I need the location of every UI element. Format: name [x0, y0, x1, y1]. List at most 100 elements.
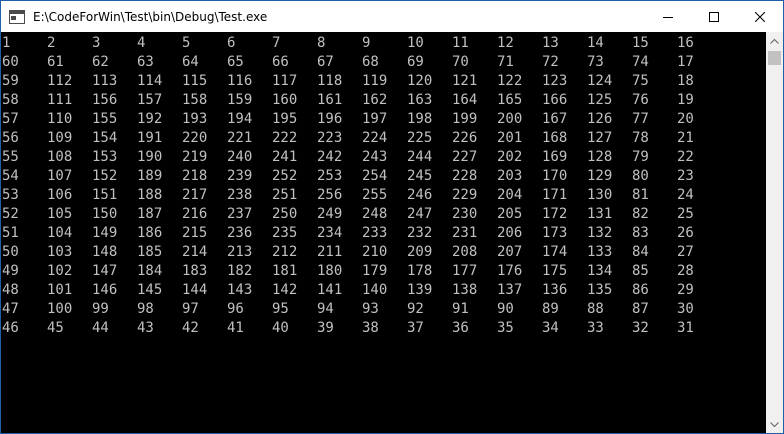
console-cell: 179 [362, 263, 388, 279]
console-cell: 57 [2, 111, 19, 127]
console-cell: 240 [227, 149, 253, 165]
console-cell: 64 [182, 54, 199, 70]
console-cell: 176 [497, 263, 523, 279]
console-cell: 76 [632, 92, 649, 108]
console-cell: 188 [137, 187, 163, 203]
console-cell: 187 [137, 206, 163, 222]
console-cell: 90 [497, 301, 514, 317]
console-cell: 108 [47, 149, 73, 165]
console-cell: 69 [407, 54, 424, 70]
console-cell: 128 [587, 149, 613, 165]
console-cell: 244 [407, 149, 433, 165]
console-cell: 1 [2, 35, 11, 51]
console-cell: 177 [452, 263, 478, 279]
console-cell: 254 [362, 168, 388, 184]
console-cell: 203 [497, 168, 523, 184]
console-cell: 22 [677, 149, 694, 165]
console-cell: 7 [272, 35, 281, 51]
minimize-button[interactable] [645, 1, 691, 32]
console-cell: 171 [542, 187, 568, 203]
console-cell: 98 [137, 301, 154, 317]
console-cell: 163 [407, 92, 433, 108]
console-cell: 61 [47, 54, 64, 70]
console-cell: 222 [272, 130, 298, 146]
console-cell: 239 [227, 168, 253, 184]
console-cell: 200 [497, 111, 523, 127]
console-cell: 119 [362, 73, 388, 89]
console-cell: 11 [452, 35, 469, 51]
window-title: E:\CodeForWin\Test\bin\Debug\Test.exe [33, 9, 268, 24]
console-cell: 72 [542, 54, 559, 70]
console-cell: 92 [407, 301, 424, 317]
console-cell: 199 [452, 111, 478, 127]
title-bar[interactable]: E:\CodeForWin\Test\bin\Debug\Test.exe [1, 1, 783, 32]
scroll-down-arrow-icon [770, 421, 779, 427]
console-cell: 73 [587, 54, 604, 70]
console-cell: 185 [137, 244, 163, 260]
console-output[interactable]: 1 2 3 4 5 6 7 8 9 10 11 12 13 14 15 16 60 61 62 63 64 65 66 67 6… [1, 32, 766, 433]
console-cell: 53 [2, 187, 19, 203]
console-cell: 35 [497, 320, 514, 336]
console-cell: 249 [317, 206, 343, 222]
console-cell: 250 [272, 206, 298, 222]
close-button[interactable] [737, 1, 783, 32]
console-cell: 10 [407, 35, 424, 51]
console-cell: 50 [2, 244, 19, 260]
console-cell: 178 [407, 263, 433, 279]
console-cell: 20 [677, 111, 694, 127]
console-cell: 245 [407, 168, 433, 184]
console-cell: 228 [452, 168, 478, 184]
scrollbar-thumb[interactable] [768, 51, 781, 65]
console-cell: 144 [182, 282, 208, 298]
scroll-up-button[interactable] [766, 32, 783, 49]
console-cell: 196 [317, 111, 343, 127]
console-cell: 204 [497, 187, 523, 203]
console-cell: 229 [452, 187, 478, 203]
console-cell: 3 [92, 35, 101, 51]
console-cell: 253 [317, 168, 343, 184]
scroll-down-button[interactable] [766, 416, 783, 433]
console-cell: 71 [497, 54, 514, 70]
console-cell: 231 [452, 225, 478, 241]
console-cell: 41 [227, 320, 244, 336]
console-cell: 166 [542, 92, 568, 108]
console-cell: 74 [632, 54, 649, 70]
console-cell: 105 [47, 206, 73, 222]
console-cell: 45 [47, 320, 64, 336]
console-cell: 238 [227, 187, 253, 203]
console-cell: 25 [677, 206, 694, 222]
console-cell: 122 [497, 73, 523, 89]
console-cell: 220 [182, 130, 208, 146]
console-cell: 142 [272, 282, 298, 298]
console-cell: 153 [92, 149, 118, 165]
console-cell: 224 [362, 130, 388, 146]
console-cell: 104 [47, 225, 73, 241]
console-cell: 189 [137, 168, 163, 184]
vertical-scrollbar[interactable] [766, 32, 783, 433]
console-cell: 194 [227, 111, 253, 127]
console-cell: 6 [227, 35, 236, 51]
console-cell: 47 [2, 301, 19, 317]
console-cell: 152 [92, 168, 118, 184]
console-cell: 133 [587, 244, 613, 260]
console-cell: 210 [362, 244, 388, 260]
console-cell: 32 [632, 320, 649, 336]
console-cell: 117 [272, 73, 298, 89]
console-cell: 140 [362, 282, 388, 298]
maximize-button[interactable] [691, 1, 737, 32]
console-cell: 183 [182, 263, 208, 279]
console-cell: 38 [362, 320, 379, 336]
console-cell: 54 [2, 168, 19, 184]
console-cell: 186 [137, 225, 163, 241]
console-cell: 95 [272, 301, 289, 317]
console-cell: 80 [632, 168, 649, 184]
console-cell: 16 [677, 35, 694, 51]
console-cell: 46 [2, 320, 19, 336]
console-cell: 207 [497, 244, 523, 260]
console-cell: 126 [587, 111, 613, 127]
console-cell: 93 [362, 301, 379, 317]
console-cell: 66 [272, 54, 289, 70]
console-cell: 208 [452, 244, 478, 260]
console-cell: 113 [92, 73, 118, 89]
console-cell: 243 [362, 149, 388, 165]
